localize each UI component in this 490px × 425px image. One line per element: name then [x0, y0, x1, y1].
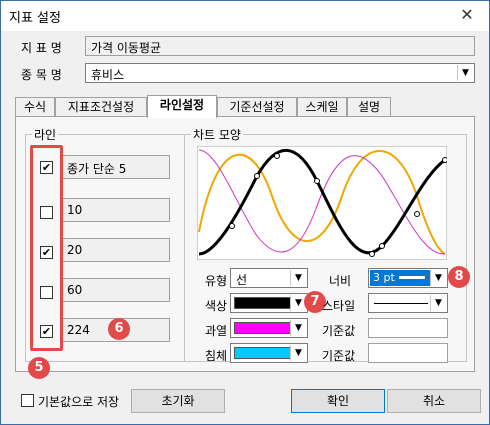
line-field-2[interactable]: 10 [60, 198, 170, 222]
annotation-badge-5: 5 [28, 357, 50, 379]
width-select[interactable]: 3 pt ▼ [368, 268, 448, 288]
type-select[interactable]: 선 ▼ [230, 268, 308, 288]
save-default-label[interactable]: 기본값으로 저장 [38, 393, 119, 410]
lines-group-title: 라인 [32, 126, 59, 143]
preview-point [379, 243, 385, 249]
tab-formula[interactable]: 수식 [15, 97, 55, 117]
chevron-down-icon[interactable]: ▼ [290, 270, 306, 286]
indicator-name-label: 지 표 명 [21, 41, 62, 55]
chevron-down-icon[interactable]: ▼ [457, 65, 473, 81]
preview-point [369, 251, 375, 257]
chevron-down-icon[interactable]: ▼ [430, 270, 446, 286]
save-default-checkbox[interactable] [21, 394, 34, 407]
chevron-down-icon[interactable]: ▼ [290, 345, 306, 361]
type-value: 선 [236, 273, 248, 287]
item-name-select[interactable]: 휴비스 ▼ [85, 63, 475, 83]
line-field-1[interactable]: 종가 단순 5 [60, 155, 170, 179]
reset-button[interactable]: 초기화 [131, 389, 225, 413]
overheat-swatch [234, 322, 292, 334]
chevron-down-icon[interactable]: ▼ [290, 320, 306, 336]
cancel-button[interactable]: 취소 [387, 389, 481, 413]
overheat-label: 과열 [205, 324, 228, 338]
preview-frame [197, 146, 447, 260]
preview-point [414, 211, 420, 217]
tab-description[interactable]: 설명 [347, 97, 391, 117]
indicator-name-field: 가격 이동평균 [85, 36, 475, 56]
color-swatch [234, 297, 292, 309]
chart-shape-title: 차트 모양 [191, 126, 243, 143]
style-line-sample [374, 303, 428, 304]
annotation-badge-8: 8 [448, 266, 470, 288]
type-label: 유형 [205, 274, 228, 288]
item-name-value: 휴비스 [91, 68, 125, 82]
color-select[interactable]: ▼ [230, 293, 308, 313]
overheat-color-select[interactable]: ▼ [230, 318, 308, 338]
close-icon[interactable]: ✕ [457, 5, 477, 25]
preview-point [254, 173, 260, 179]
line-field-4[interactable]: 60 [60, 278, 170, 302]
style-select[interactable]: ▼ [368, 293, 448, 313]
title-bar: 지표 설정 ✕ [1, 1, 489, 31]
preview-point [314, 178, 320, 184]
preview-point [442, 157, 447, 163]
indicator-settings-dialog: 지표 설정 ✕ 지 표 명 가격 이동평균 종 목 명 휴비스 ▼ 수식 지표조… [0, 0, 490, 425]
overheat-base-label: 기준값 [322, 324, 356, 338]
oversold-base-label: 기준값 [322, 349, 356, 363]
width-label: 너비 [329, 274, 352, 288]
ok-button[interactable]: 확인 [291, 389, 385, 413]
tab-indicator-conditions[interactable]: 지표조건설정 [55, 97, 147, 117]
preview-point [229, 223, 235, 229]
tab-baseline-settings[interactable]: 기준선설정 [217, 97, 297, 117]
width-value: 3 pt [373, 271, 395, 284]
annotation-badge-6: 6 [108, 318, 130, 340]
line-field-3[interactable]: 20 [60, 238, 170, 262]
oversold-swatch [234, 347, 292, 359]
overheat-base-input[interactable] [368, 318, 448, 338]
checkbox-highlight [30, 145, 63, 351]
color-label: 색상 [205, 299, 228, 313]
window-title: 지표 설정 [9, 11, 61, 26]
oversold-base-input[interactable] [368, 343, 448, 363]
oversold-label: 침체 [205, 349, 228, 363]
line-preview [197, 146, 447, 260]
style-label: 스타일 [322, 299, 356, 313]
tab-line-settings[interactable]: 라인설정 [147, 95, 217, 118]
width-line-sample [399, 276, 425, 279]
item-name-label: 종 목 명 [21, 68, 62, 82]
chevron-down-icon[interactable]: ▼ [430, 295, 446, 311]
line-settings-panel: 라인 ✔ 종가 단순 5 10 ✔ 20 60 ✔ 224 5 6 차트 모양 [15, 116, 475, 379]
tab-scale[interactable]: 스케일 [297, 97, 347, 117]
preview-point [274, 153, 280, 159]
oversold-color-select[interactable]: ▼ [230, 343, 308, 363]
